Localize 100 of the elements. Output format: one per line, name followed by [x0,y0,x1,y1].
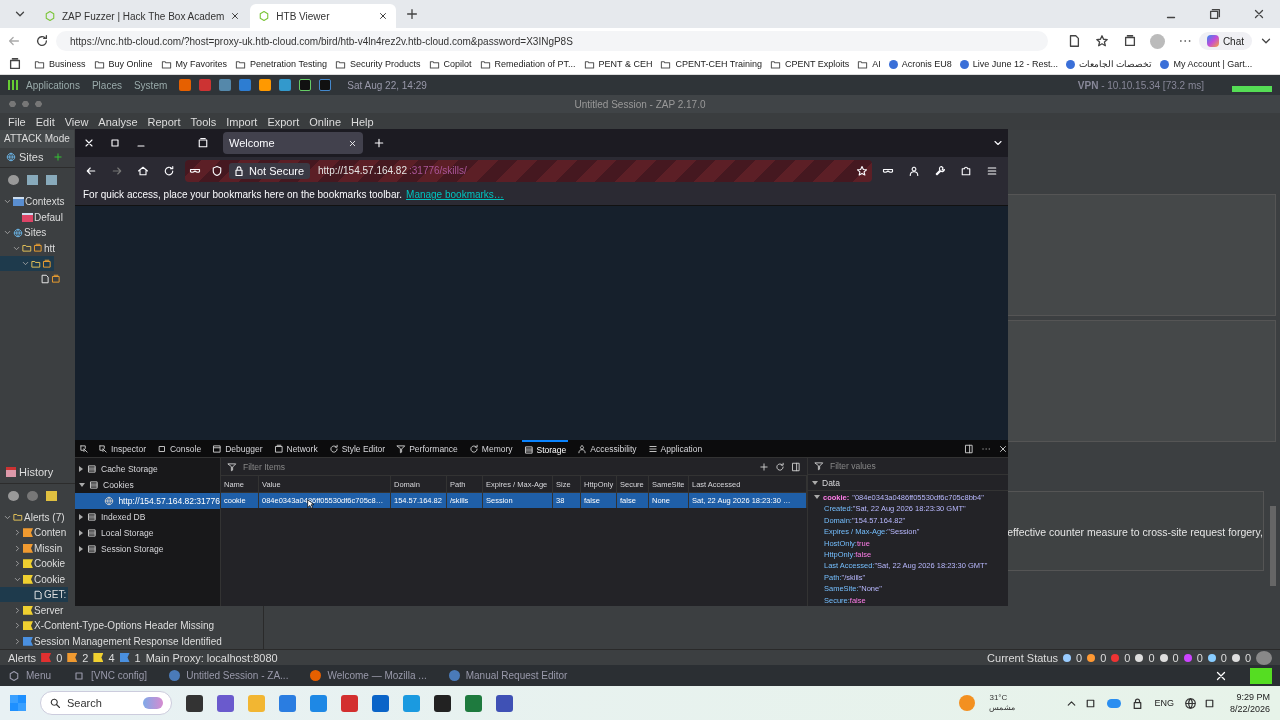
disclosure-icon[interactable] [79,483,85,487]
app-launcher-icon[interactable] [179,79,192,91]
close-icon[interactable] [378,11,389,21]
tree-item[interactable]: Cookie [0,571,68,587]
chevron-icon[interactable] [13,528,22,538]
storage-item[interactable]: http://154.57.164.82:31776 [75,493,220,509]
refresh-icon[interactable] [775,461,785,472]
toolbar-icon[interactable] [8,490,19,501]
account-icon[interactable] [908,164,920,177]
bookmark[interactable]: PENT & CEH [583,58,653,70]
menu-icon[interactable] [986,164,998,177]
devtools-tab[interactable]: Debugger [210,440,265,457]
devtools-tab[interactable]: Inspector [96,440,148,457]
apps-grid-icon[interactable] [8,80,18,90]
panel-menu[interactable]: Places [91,79,122,91]
home-icon[interactable] [137,164,149,177]
close-icon[interactable] [348,138,357,148]
devtools-tab[interactable]: Storage [521,440,569,457]
sites-tab[interactable]: Sites [6,151,44,164]
browser-tab[interactable]: ZAP Fuzzer | Hack The Box Academ [36,4,249,28]
new-tab-icon[interactable] [373,137,385,149]
reload-icon[interactable] [163,164,175,177]
close-icon[interactable] [998,443,1008,454]
tree-item[interactable]: Alerts (7) [0,509,67,525]
add-icon[interactable] [759,461,769,472]
bookmark[interactable]: My Account | Gart... [1160,59,1253,69]
taskbar-item[interactable]: Welcome — Mozilla ... [310,670,427,681]
panel-menu[interactable]: System [133,79,168,91]
element-picker-icon[interactable] [79,443,89,454]
tree-item[interactable]: Session Management Response Identified [0,633,224,649]
data-section-header[interactable]: Data [808,475,1008,492]
bookmark[interactable]: CPENT Exploits [769,58,850,70]
taskbar-app-icon[interactable] [496,694,513,712]
date[interactable]: 8/22/2026 [1229,703,1270,715]
manage-bookmarks-link[interactable]: Manage bookmarks… [406,189,504,200]
tree-item[interactable]: Conten [0,525,69,541]
menubar-entry[interactable]: Analyse [98,115,138,128]
terminal-icon[interactable] [299,79,312,91]
browser-tab[interactable]: HTB Viewer [250,4,397,28]
tree-item[interactable] [0,255,54,272]
reload-icon[interactable] [35,34,49,48]
bookmark[interactable]: My Favorites [160,58,228,70]
bookmark[interactable]: Acronis EU8 [888,59,952,69]
cloud-icon[interactable] [1107,698,1122,708]
menubar-entry[interactable]: Export [267,115,300,128]
panel-menu[interactable]: Applications [26,79,80,91]
storage-item[interactable]: Indexed DB [75,509,220,525]
toolbar-icon[interactable] [27,174,38,185]
menubar-entry[interactable]: Report [147,115,181,128]
disclosure-icon[interactable] [79,514,83,520]
menubar-entry[interactable]: Online [309,115,341,128]
bookmark[interactable]: Remediation of PT... [479,58,576,70]
disclosure-icon[interactable] [79,466,83,472]
bookmark[interactable]: CPENT-CEH Training [660,58,762,70]
tree-item[interactable]: htt [0,240,58,256]
close-icon[interactable] [83,137,95,149]
search-field[interactable]: Search [40,691,172,715]
devtools-tab[interactable]: Style Editor [326,440,388,457]
bookmark[interactable]: Security Products [334,58,421,70]
address-bar[interactable]: Not Secure http://154.57.164.82 :31776/skills/ [185,159,872,182]
bookmark[interactable]: Copilot [428,58,472,70]
chevron-icon[interactable] [13,621,22,631]
chevron-icon[interactable] [13,636,22,646]
app-launcher-icon[interactable] [199,79,212,91]
history-tab[interactable]: History [6,465,54,478]
app-launcher-icon[interactable] [239,79,252,91]
time[interactable]: 9:29 PM [1236,691,1270,703]
menubar-entry[interactable]: Help [351,115,374,128]
taskbar-app-icon[interactable] [434,694,451,712]
address-bar[interactable]: https://vnc.htb-cloud.com/?host=proxy-uk.htb-cloud.com/bird/htb-v4ln4rez2v.htb-cloud.com&password=X3INgP8S [56,31,1048,51]
terminal-icon[interactable] [319,79,332,91]
chat-button[interactable]: Chat [1198,32,1252,50]
app-launcher-icon[interactable] [219,79,232,91]
menubar-entry[interactable]: Edit [35,115,55,128]
add-icon[interactable] [53,152,64,163]
sidebar-toggle-icon[interactable] [791,461,801,472]
network-icon[interactable] [1183,696,1197,710]
devtools-tab[interactable]: Console [154,440,204,457]
storage-item[interactable]: Local Storage [75,525,220,541]
disclosure-icon[interactable] [79,530,83,536]
filter-field[interactable]: Filter Items [243,461,343,472]
bookmark[interactable]: تخصصات الجامعات [1065,59,1153,69]
tree-item[interactable]: Missin [0,540,65,556]
tree-item[interactable]: Server [0,602,66,618]
chevron-icon[interactable] [13,543,22,553]
devtools-tab[interactable]: Performance [394,440,460,457]
close-icon[interactable] [1252,7,1266,21]
back-icon[interactable] [85,164,97,177]
chevron-icon[interactable] [13,559,22,569]
menubar-entry[interactable]: View [64,115,89,128]
browser-tab[interactable]: Welcome [223,132,363,154]
app-launcher-icon[interactable] [279,79,292,91]
chevron-icon[interactable] [13,605,22,615]
maximize-icon[interactable] [109,137,121,149]
menubar-entry[interactable]: Import [226,115,258,128]
devtools-tab[interactable]: Accessibility [575,440,639,457]
devtools-tab[interactable]: Memory [466,440,515,457]
mode-selector[interactable]: ATTACK Mode [0,130,74,148]
forward-icon[interactable] [111,164,123,177]
robot-icon[interactable] [1256,650,1272,665]
